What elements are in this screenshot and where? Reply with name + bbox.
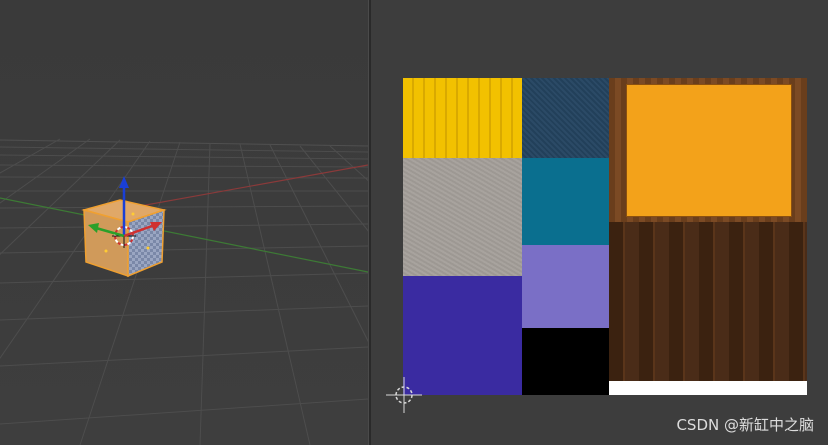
texture-yellow-plank xyxy=(403,78,522,158)
uv-image-editor[interactable] xyxy=(371,0,828,445)
watermark: CSDN @新缸中之脑 xyxy=(676,416,814,434)
texture-blue-denim xyxy=(522,78,609,158)
texture-teal xyxy=(522,158,609,245)
2d-cursor-icon[interactable] xyxy=(384,375,424,415)
texture-dark-wood xyxy=(609,222,807,381)
texture-white-strip xyxy=(609,381,807,395)
3d-viewport[interactable] xyxy=(0,0,368,445)
floor-grid xyxy=(0,138,368,445)
texture-grey-concrete xyxy=(403,158,522,276)
texture-wood-frame xyxy=(609,78,807,222)
object-origin xyxy=(146,246,150,250)
object-origin xyxy=(131,212,135,216)
texture-atlas[interactable] xyxy=(403,78,807,395)
cube-left-face[interactable] xyxy=(83,209,129,278)
texture-black xyxy=(522,328,609,395)
y-axis-line xyxy=(0,197,368,273)
texture-orange-board xyxy=(626,84,792,217)
texture-lavender xyxy=(522,245,609,328)
cube-right-face[interactable] xyxy=(127,208,165,278)
viewport-canvas[interactable] xyxy=(0,0,368,445)
object-origin xyxy=(104,249,108,253)
